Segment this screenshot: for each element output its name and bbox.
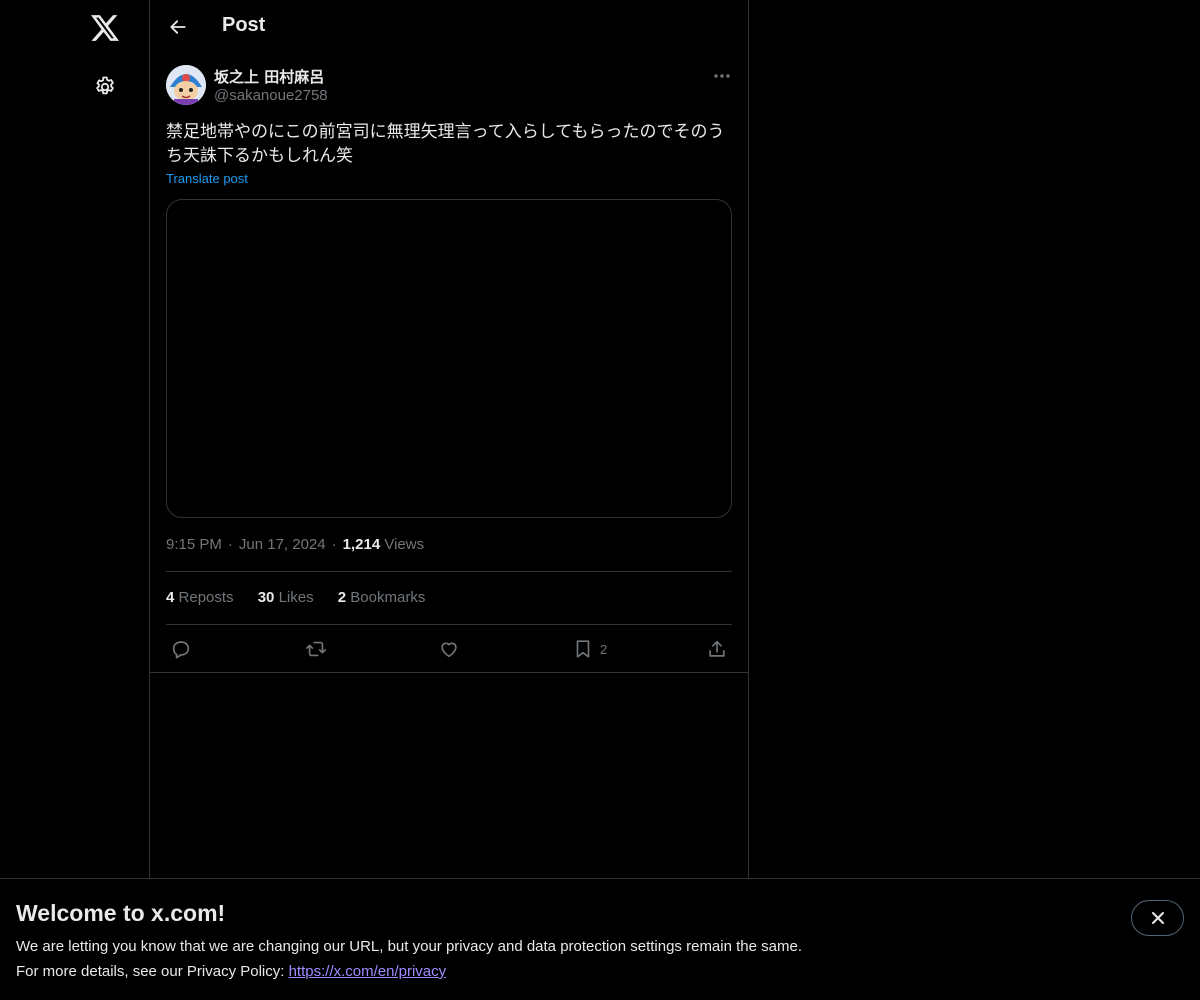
- reposts-stat[interactable]: 4 Reposts: [166, 589, 234, 606]
- repost-icon: [306, 641, 326, 657]
- likes-label: Likes: [278, 589, 314, 606]
- views-label: Views: [384, 536, 425, 553]
- bookmarks-stat[interactable]: 2 Bookmarks: [338, 589, 426, 606]
- post-media[interactable]: [166, 199, 732, 518]
- post-stats: 4 Reposts 30 Likes 2 Bookmarks: [166, 589, 445, 606]
- banner-privacy-line: For more details, see our Privacy Policy…: [16, 963, 446, 980]
- author-name[interactable]: 坂之上 田村麻呂: [214, 66, 324, 87]
- divider: [166, 571, 732, 572]
- reposts-count: 4: [166, 589, 175, 606]
- post-meta: 9:15 PM · Jun 17, 2024 · 1,214 Views: [166, 536, 424, 553]
- app: Post 坂之上 田村麻呂 @sakanoue2758 禁足地帯やのにこの前宮司…: [0, 0, 1200, 1000]
- banner-close-button[interactable]: [1131, 900, 1184, 936]
- close-icon: [1151, 912, 1164, 924]
- likes-count: 30: [257, 589, 275, 606]
- banner-message: We are letting you know that we are chan…: [16, 938, 802, 955]
- more-options-button[interactable]: [710, 64, 734, 88]
- url-change-banner: Welcome to x.com! We are letting you kno…: [0, 878, 1200, 1000]
- page-title: Post: [222, 14, 266, 36]
- post-time[interactable]: 9:15 PM: [166, 536, 222, 553]
- repost-button[interactable]: [304, 636, 328, 662]
- post-text: 禁足地帯やのにこの前宮司に無理矢理言って入らしてもらったのでそのうち天誅下るかも…: [166, 122, 725, 166]
- meta-separator: ·: [331, 536, 337, 553]
- divider: [150, 672, 748, 673]
- banner-privacy-prefix: For more details, see our Privacy Policy…: [16, 963, 289, 980]
- meta-separator: ·: [227, 536, 233, 553]
- post-date[interactable]: Jun 17, 2024: [239, 536, 326, 553]
- share-button[interactable]: [706, 636, 728, 662]
- bookmarks-count: 2: [337, 589, 347, 606]
- reply-icon: [172, 641, 190, 659]
- main-column: Post 坂之上 田村麻呂 @sakanoue2758 禁足地帯やのにこの前宮司…: [149, 0, 749, 1000]
- bookmark-icon: [576, 640, 590, 658]
- back-button[interactable]: [162, 11, 194, 43]
- page-header: Post: [150, 0, 748, 53]
- author-handle[interactable]: @sakanoue2758: [214, 87, 328, 104]
- banner-title: Welcome to x.com!: [16, 900, 226, 926]
- likes-stat[interactable]: 30 Likes: [258, 589, 314, 606]
- heart-icon: [441, 642, 457, 658]
- like-button[interactable]: [438, 636, 460, 662]
- bookmark-button[interactable]: 2: [572, 636, 607, 662]
- gear-icon[interactable]: [89, 71, 121, 103]
- post-actions: 2: [166, 636, 732, 662]
- bookmarks-label: Bookmarks: [350, 589, 426, 606]
- reply-button[interactable]: [170, 636, 192, 662]
- left-nav: [0, 0, 149, 1000]
- translate-post-link[interactable]: Translate post: [166, 171, 248, 186]
- arrow-left-icon: [170, 20, 186, 34]
- share-icon: [709, 640, 725, 657]
- x-logo-icon[interactable]: [89, 12, 121, 44]
- views-count: 1,214: [342, 536, 381, 553]
- avatar[interactable]: [166, 65, 206, 105]
- bookmark-count: 2: [600, 641, 608, 657]
- more-horizontal-icon: [714, 74, 730, 78]
- privacy-policy-link[interactable]: https://x.com/en/privacy: [289, 963, 447, 980]
- reposts-label: Reposts: [178, 589, 234, 606]
- divider: [166, 624, 732, 625]
